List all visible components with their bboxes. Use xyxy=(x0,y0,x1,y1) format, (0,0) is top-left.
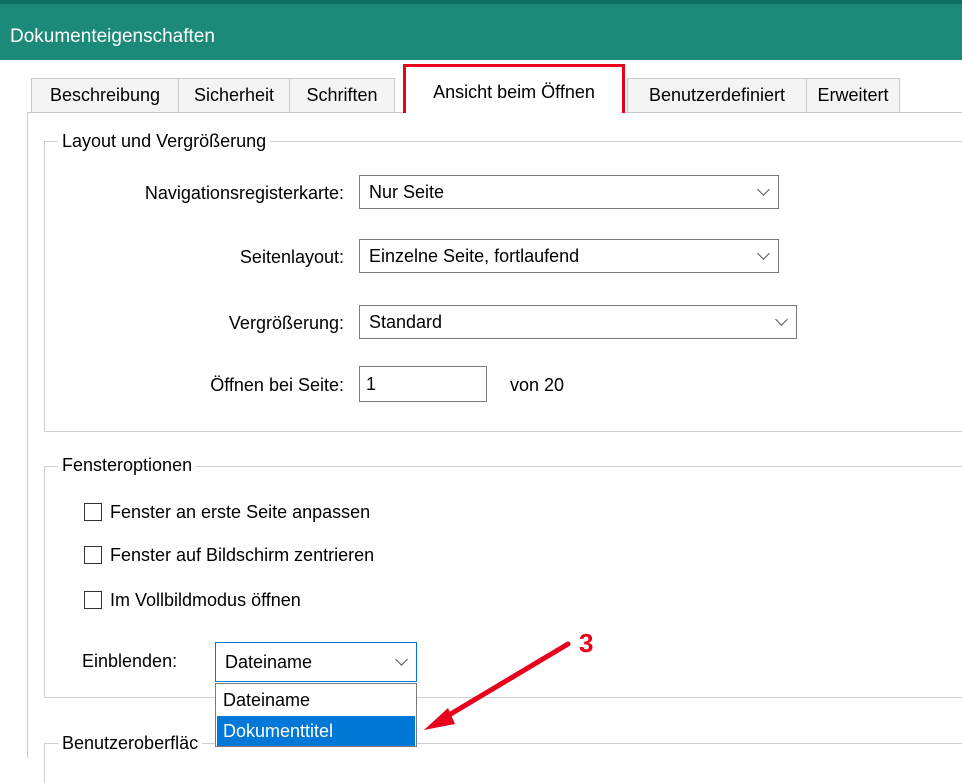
zoom-select[interactable]: Standard xyxy=(359,305,797,339)
zoom-select-value: Standard xyxy=(369,312,443,332)
pagelayout-select[interactable]: Einzelne Seite, fortlaufend xyxy=(359,239,779,273)
openpage-input[interactable]: 1 xyxy=(359,366,487,402)
openpage-label: Öffnen bei Seite: xyxy=(210,375,344,395)
tab-strip: Beschreibung Sicherheit Schriften Ansich… xyxy=(0,60,962,113)
zoom-label: Vergrößerung: xyxy=(228,313,344,333)
dropdown-option-dateiname[interactable]: Dateiname xyxy=(217,685,415,715)
show-dropdown-list: Dateiname Dokumenttitel xyxy=(215,683,417,747)
chevron-down-icon xyxy=(757,247,770,260)
tab-schriften[interactable]: Schriften xyxy=(289,78,395,113)
show-select-value: Dateiname xyxy=(225,652,313,672)
show-select[interactable]: Dateiname xyxy=(215,642,417,682)
center-screen-checkbox[interactable] xyxy=(84,546,102,564)
pagelayout-label: Seitenlayout: xyxy=(239,247,344,267)
nav-select-value: Nur Seite xyxy=(369,182,445,202)
center-screen-label: Fenster auf Bildschirm zentrieren xyxy=(110,545,375,565)
tab-sicherheit[interactable]: Sicherheit xyxy=(178,78,290,113)
of-pages-label: von 20 xyxy=(510,375,565,395)
tab-erweitert[interactable]: Erweitert xyxy=(806,78,900,113)
annotation-number: 3 xyxy=(579,628,594,658)
dropdown-option-dokumenttitel[interactable]: Dokumenttitel xyxy=(217,716,415,746)
title-bar: Dokumenteigenschaften xyxy=(0,0,962,60)
fit-first-page-checkbox[interactable] xyxy=(84,503,102,521)
chevron-down-icon xyxy=(395,653,408,666)
tab-beschreibung[interactable]: Beschreibung xyxy=(31,78,179,113)
ui-options-legend: Benutzeroberfläc xyxy=(58,732,203,754)
fit-first-page-label: Fenster an erste Seite anpassen xyxy=(110,502,371,522)
nav-select[interactable]: Nur Seite xyxy=(359,175,779,209)
fullscreen-label: Im Vollbildmodus öffnen xyxy=(110,590,301,610)
tab-benutzerdefiniert[interactable]: Benutzerdefiniert xyxy=(627,78,807,113)
nav-label: Navigationsregisterkarte: xyxy=(144,183,344,203)
tab-ansicht-beim-oeffnen[interactable]: Ansicht beim Öffnen xyxy=(403,64,625,113)
pagelayout-select-value: Einzelne Seite, fortlaufend xyxy=(369,246,580,266)
show-label: Einblenden: xyxy=(82,651,178,671)
window-title: Dokumenteigenschaften xyxy=(10,26,215,47)
fullscreen-checkbox[interactable] xyxy=(84,591,102,609)
window-options-legend: Fensteroptionen xyxy=(58,454,197,476)
chevron-down-icon xyxy=(775,313,788,326)
chevron-down-icon xyxy=(757,183,770,196)
layout-group-legend: Layout und Vergrößerung xyxy=(58,130,271,152)
